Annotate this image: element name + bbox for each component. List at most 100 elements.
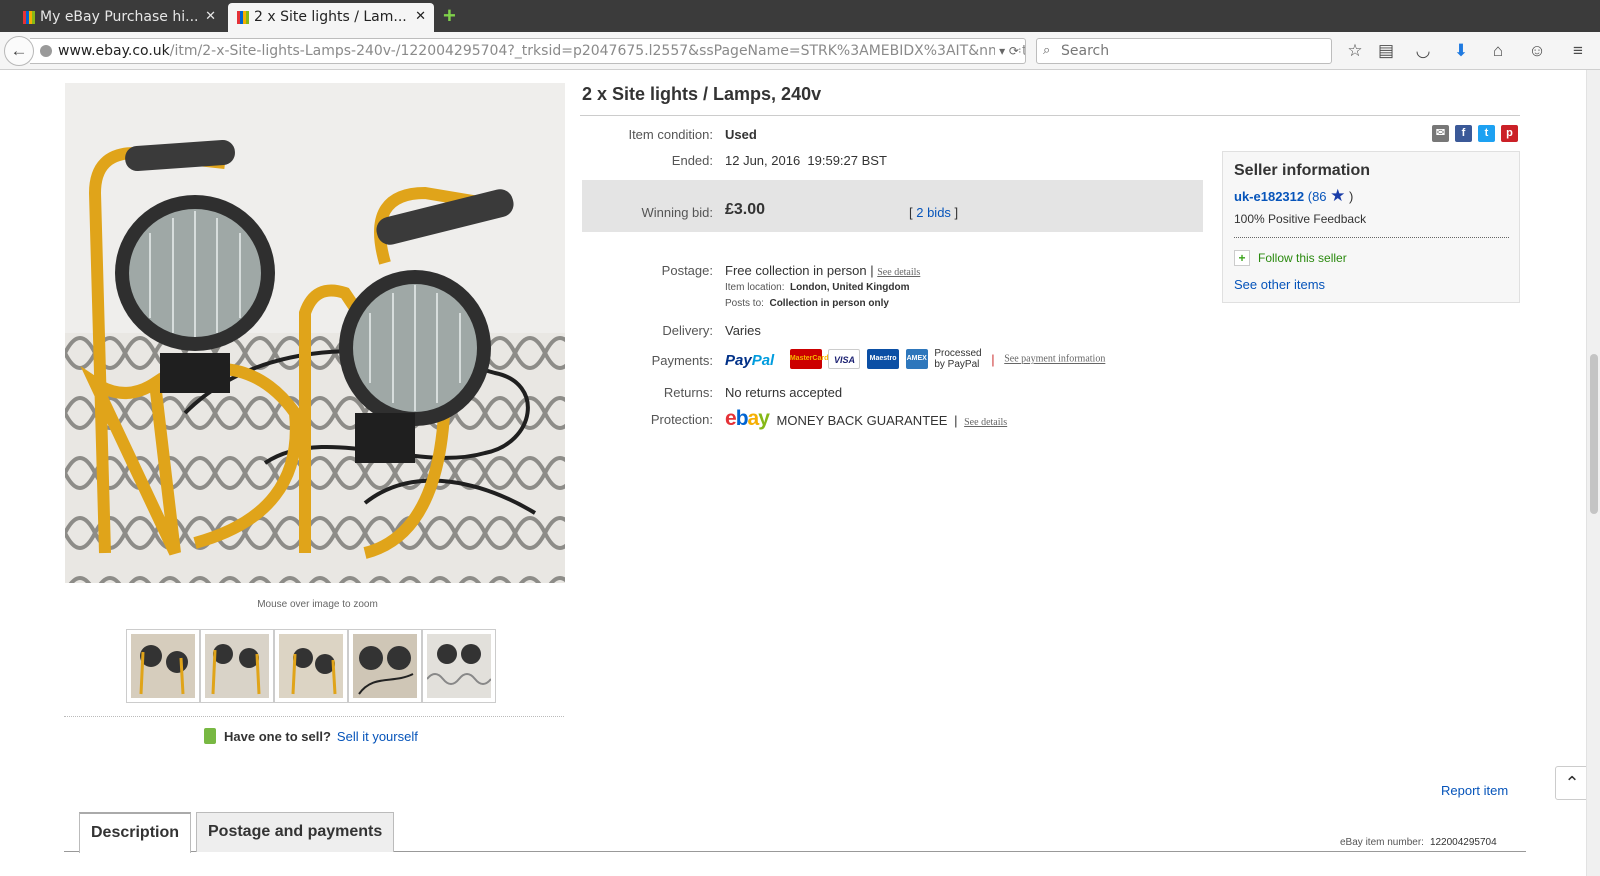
sell-question: Have one to sell? bbox=[224, 729, 331, 744]
seller-feedback-close: ) bbox=[1345, 189, 1354, 204]
seller-info-box: Seller information uk-e182312 (86 ★ ) 10… bbox=[1222, 151, 1520, 303]
site-lights-photo bbox=[65, 83, 565, 583]
winning-bid-amount: £3.00 bbox=[725, 201, 766, 218]
item-location-value: London, United Kingdom bbox=[790, 282, 910, 293]
follow-seller-button[interactable]: + Follow this seller bbox=[1234, 250, 1347, 266]
chevron-up-icon: ⌃ bbox=[1564, 773, 1580, 793]
facebook-share-icon[interactable]: f bbox=[1455, 125, 1472, 142]
protection-see-details-link[interactable]: See details bbox=[964, 417, 1007, 428]
ended-label: Ended: bbox=[671, 153, 713, 168]
page-content: Mouse over image to zoom Have one to sel… bbox=[0, 70, 1589, 876]
payment-separator: | bbox=[991, 351, 995, 367]
scrollbar-thumb[interactable] bbox=[1590, 354, 1598, 514]
see-other-items-link[interactable]: See other items bbox=[1234, 277, 1325, 292]
protection-value: ebay MONEY BACK GUARANTEE | See details bbox=[725, 407, 1007, 431]
report-item-link[interactable]: Report item bbox=[1441, 783, 1508, 798]
see-payment-info-link[interactable]: See payment information bbox=[1004, 354, 1105, 365]
feedback-star-icon: ★ bbox=[1330, 186, 1346, 205]
menu-icon[interactable]: ≡ bbox=[1567, 40, 1589, 62]
sell-one-row: Have one to sell? Sell it yourself bbox=[204, 728, 418, 744]
positive-feedback: 100% Positive Feedback bbox=[1234, 212, 1367, 226]
thumbnail[interactable] bbox=[274, 629, 348, 703]
condition-label: Item condition: bbox=[628, 127, 713, 142]
protection-label: Protection: bbox=[650, 412, 713, 427]
close-tab-icon[interactable]: ✕ bbox=[415, 3, 426, 31]
home-icon[interactable]: ⌂ bbox=[1487, 40, 1509, 62]
new-tab-icon[interactable]: + bbox=[443, 5, 456, 27]
seller-username-link[interactable]: uk-e182312 bbox=[1234, 189, 1304, 204]
thumbnail[interactable] bbox=[422, 629, 496, 703]
reading-list-icon[interactable]: ▤ bbox=[1375, 40, 1397, 62]
url-path: /itm/2-x-Site-lights-Lamps-240v-/1220042… bbox=[169, 43, 1026, 59]
download-icon[interactable]: ⬇ bbox=[1450, 40, 1472, 62]
ebay-logo: ebay bbox=[725, 407, 770, 430]
postage-separator: | bbox=[866, 263, 878, 278]
browser-tab-title: My eBay Purchase hi... bbox=[40, 9, 199, 25]
payments-label: Payments: bbox=[651, 353, 713, 368]
paypal-logo: PayPal bbox=[725, 352, 774, 369]
bookmark-star-icon[interactable]: ☆ bbox=[1344, 40, 1366, 62]
visa-icon: VISA bbox=[828, 349, 861, 369]
url-host: www.ebay.co.uk bbox=[58, 43, 170, 59]
item-number-value: 122004295704 bbox=[1429, 837, 1497, 848]
item-detail-tabs: Description Postage and payments bbox=[64, 812, 1526, 853]
money-back-guarantee: MONEY BACK GUARANTEE bbox=[776, 413, 948, 428]
browser-tab-purchase-history[interactable]: My eBay Purchase hi... ✕ bbox=[14, 3, 224, 32]
back-button[interactable]: ← bbox=[4, 36, 34, 66]
posts-to: Posts to: Collection in person only bbox=[725, 298, 889, 309]
twitter-share-icon[interactable]: t bbox=[1478, 125, 1495, 142]
delivery-label: Delivery: bbox=[662, 323, 713, 338]
globe-icon bbox=[40, 45, 52, 57]
pinterest-share-icon[interactable]: p bbox=[1501, 125, 1518, 142]
item-number-label: eBay item number: bbox=[1340, 837, 1424, 848]
payments-value: PayPal MasterCard VISA Maestro AMEX Proc… bbox=[725, 348, 1105, 370]
search-input[interactable]: ⌕ Search bbox=[1036, 38, 1332, 64]
seller-divider bbox=[1234, 237, 1509, 238]
postage-label: Postage: bbox=[661, 263, 713, 278]
ended-value: 12 Jun, 2016 19:59:27 BST bbox=[725, 153, 887, 168]
seller-feedback-score[interactable]: (86 bbox=[1304, 189, 1330, 204]
paypal-logo-pal: Pal bbox=[751, 352, 775, 370]
postage-text: Free collection in person bbox=[725, 263, 867, 278]
follow-seller-label: Follow this seller bbox=[1258, 251, 1347, 265]
item-number: eBay item number: 122004295704 bbox=[1340, 837, 1497, 848]
item-title: 2 x Site lights / Lamps, 240v bbox=[582, 84, 822, 104]
thumbnail[interactable] bbox=[200, 629, 274, 703]
search-icon: ⌕ bbox=[1043, 43, 1051, 58]
thumbnail-image bbox=[279, 634, 343, 698]
posts-to-value: Collection in person only bbox=[769, 298, 889, 309]
page-scrollbar[interactable] bbox=[1586, 70, 1600, 876]
arrow-left-icon: ← bbox=[10, 41, 28, 60]
ebay-favicon-icon bbox=[237, 11, 250, 24]
plus-icon: + bbox=[1234, 250, 1250, 266]
divider bbox=[64, 716, 564, 717]
thumbnail[interactable] bbox=[126, 629, 200, 703]
browser-tab-strip: My eBay Purchase hi... ✕ 2 x Site lights… bbox=[0, 0, 1600, 32]
browser-nav-bar: www.ebay.co.uk/itm/2-x-Site-lights-Lamps… bbox=[0, 32, 1600, 70]
seller-info-title: Seller information bbox=[1234, 162, 1371, 179]
browser-tab-site-lights[interactable]: 2 x Site lights / Lam... ✕ bbox=[228, 3, 434, 32]
mastercard-icon: MasterCard bbox=[789, 349, 828, 369]
delivery-value: Varies bbox=[725, 323, 761, 338]
main-product-image[interactable] bbox=[65, 83, 565, 583]
bids-link[interactable]: 2 bids bbox=[916, 205, 951, 220]
chat-icon[interactable]: ☺ bbox=[1526, 40, 1548, 62]
pocket-icon[interactable]: ◡ bbox=[1412, 40, 1434, 62]
processed-line1: Processed bbox=[934, 348, 982, 359]
bids-bracket-close: ] bbox=[950, 205, 959, 220]
close-tab-icon[interactable]: ✕ bbox=[205, 3, 216, 31]
url-dropdown-reload[interactable]: ▾ ⟳ bbox=[995, 39, 1019, 63]
url-bar[interactable]: www.ebay.co.uk/itm/2-x-Site-lights-Lamps… bbox=[30, 38, 1026, 64]
tab-postage-payments[interactable]: Postage and payments bbox=[196, 812, 395, 852]
back-to-top-button[interactable]: ⌃ bbox=[1555, 766, 1589, 800]
ebay-favicon-icon bbox=[23, 11, 36, 24]
returns-value: No returns accepted bbox=[725, 385, 843, 400]
sell-it-yourself-link[interactable]: Sell it yourself bbox=[337, 729, 418, 744]
amex-icon: AMEX bbox=[905, 349, 928, 369]
processed-by-paypal: Processed by PayPal bbox=[934, 348, 981, 370]
thumbnail[interactable] bbox=[348, 629, 422, 703]
tab-description[interactable]: Description bbox=[79, 812, 192, 853]
thumbnail-image bbox=[427, 634, 491, 698]
postage-see-details-link[interactable]: See details bbox=[877, 267, 920, 278]
email-share-icon[interactable]: ✉ bbox=[1432, 125, 1449, 142]
